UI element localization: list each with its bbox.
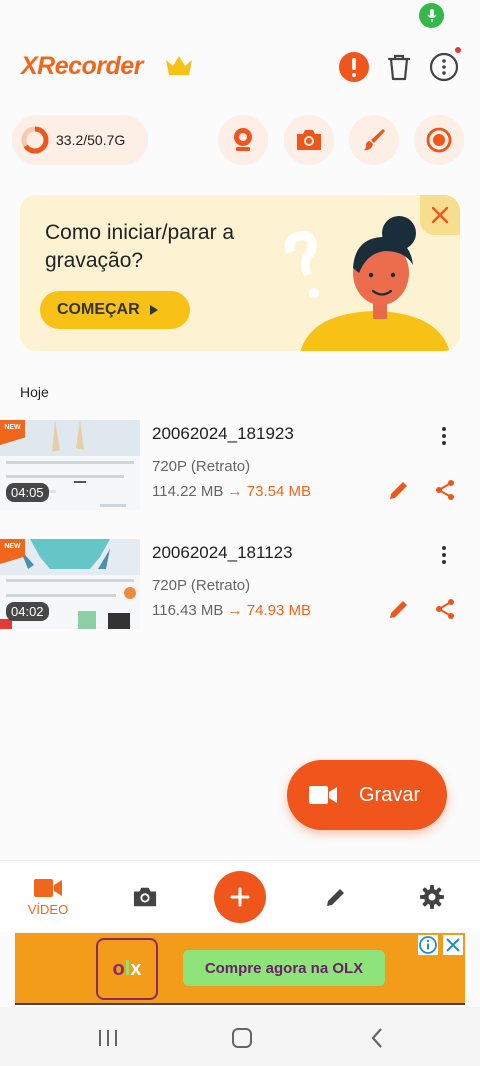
arrow-right-icon: → [227,483,243,500]
info-icon [418,935,438,955]
toolbar-row: 33.2/50.7G [0,115,480,167]
nav-add-button[interactable] [214,861,266,933]
arrow-right-icon: → [227,602,243,619]
video-thumbnail[interactable]: NEW 04:05 [0,420,140,510]
ad-cta-button[interactable]: Compre agora na OLX [183,950,385,986]
video-title: 20062024_181923 [152,424,294,443]
screenshot-button[interactable] [284,115,334,165]
video-camera-icon [309,786,337,804]
more-vertical-icon [442,546,446,564]
brush-icon [364,129,385,151]
brush-button[interactable] [349,115,399,165]
video-list-item[interactable]: NEW 04:05 20062024_181923 720P (Retrato)… [0,420,480,510]
compressed-size: 74.93 MB [246,602,311,619]
share-icon [436,480,454,500]
more-vertical-icon [442,427,446,445]
pencil-icon [390,482,407,499]
play-arrow-icon [149,305,158,315]
tutorial-card: Como iniciar/parar a gravação? COMEÇAR [20,195,460,351]
video-resolution: 720P (Retrato) [152,458,251,475]
pencil-icon [390,601,407,618]
crown-icon[interactable] [164,54,194,83]
ad-close-button[interactable] [443,935,463,955]
alert-icon [339,52,369,82]
close-icon [443,935,463,955]
share-video-button[interactable] [433,597,457,621]
nav-screenshot-tab[interactable] [125,861,165,933]
video-thumbnail[interactable]: NEW 04:02 [0,539,140,629]
record-button[interactable]: Gravar [287,760,447,830]
system-navigation-bar [0,1007,480,1066]
gear-icon [420,885,444,909]
start-tutorial-label: COMEÇAR [57,301,140,318]
microphone-indicator-icon [419,3,444,28]
storage-ring-icon [21,126,49,154]
camera-icon [133,887,157,907]
delete-button[interactable] [382,50,416,84]
close-icon [431,206,449,224]
edit-video-button[interactable] [387,597,411,621]
ad-banner[interactable]: olx olx Compre agora na OLX [15,933,465,1005]
video-icon [34,878,62,897]
back-button[interactable] [364,1025,390,1051]
video-menu-button[interactable] [432,422,456,450]
video-resolution: 720P (Retrato) [152,577,251,594]
camera-icon [297,130,321,150]
more-options-button[interactable] [427,50,461,84]
share-icon [436,599,454,619]
video-title: 20062024_181123 [152,543,293,562]
pencil-icon [327,889,344,906]
bottom-navigation: VÍDEO [0,860,480,932]
plus-icon [230,887,250,907]
video-size: 116.43 MB → 74.93 MB [152,602,311,619]
video-size: 114.22 MB → 73.54 MB [152,483,311,500]
share-video-button[interactable] [433,478,457,502]
trash-icon [387,54,411,81]
alert-button[interactable] [337,50,371,84]
nav-video-tab[interactable]: VÍDEO [20,861,76,933]
back-icon [371,1028,382,1048]
date-section-label: Hoje [20,384,49,400]
video-duration: 04:02 [6,602,49,621]
more-vertical-icon [429,52,459,82]
video-duration: 04:05 [6,483,49,502]
edit-video-button[interactable] [387,478,411,502]
nav-settings-tab[interactable] [412,861,452,933]
video-list-item[interactable]: NEW 04:02 20062024_181123 720P (Retrato)… [0,539,480,629]
recent-apps-button[interactable] [95,1025,121,1051]
record-icon [426,127,452,153]
ad-info-button[interactable] [418,935,438,955]
storage-text: 33.2/50.7G [56,132,126,148]
close-tutorial-button[interactable] [420,195,460,235]
app-logo: XRecorder [21,52,143,80]
storage-indicator[interactable]: 33.2/50.7G [12,115,148,165]
record-button-label: Gravar [359,783,421,806]
start-tutorial-button[interactable]: COMEÇAR [40,291,190,329]
nav-edit-tab[interactable] [316,861,356,933]
nav-video-label: VÍDEO [27,901,69,917]
recent-apps-icon [99,1030,117,1046]
webcam-button[interactable] [218,115,268,165]
record-toggle-button[interactable] [414,115,464,165]
home-button[interactable] [229,1025,255,1051]
olx-logo: olx olx [96,938,158,1000]
webcam-icon [234,128,252,151]
tutorial-title: Como iniciar/parar a gravação? [45,221,235,272]
status-bar [0,0,480,32]
notification-dot [455,47,461,53]
original-size: 116.43 MB [152,602,224,619]
video-menu-button[interactable] [432,541,456,569]
original-size: 114.22 MB [152,483,224,500]
app-header: XRecorder [0,44,480,90]
compressed-size: 73.54 MB [246,483,311,500]
home-icon [232,1028,252,1048]
